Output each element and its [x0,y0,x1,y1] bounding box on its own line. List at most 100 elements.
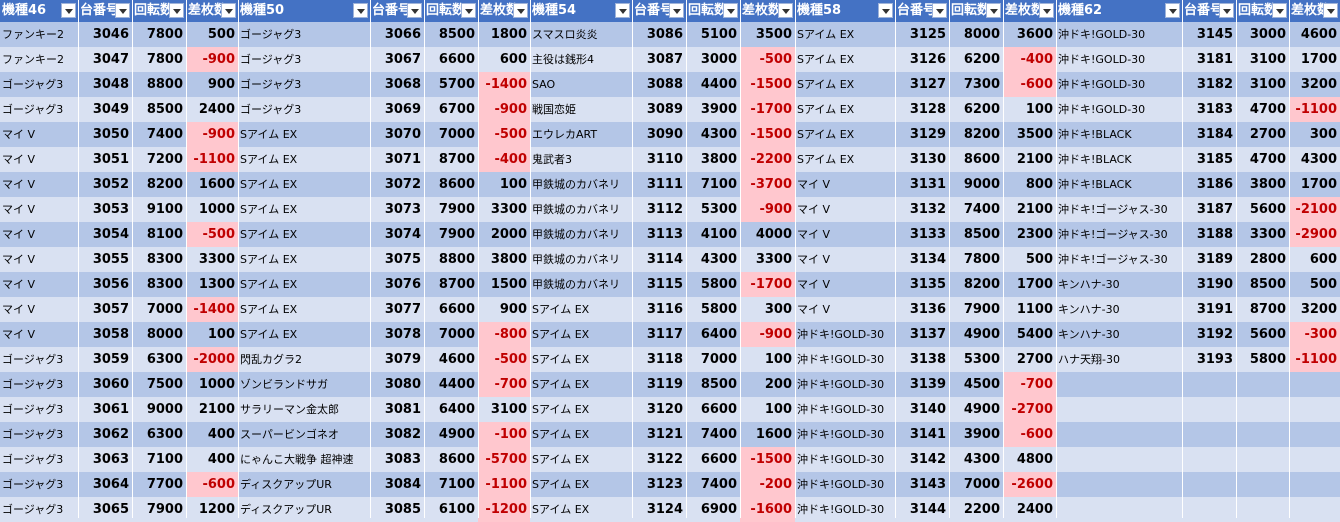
diff-cell[interactable]: -500 [478,122,530,147]
number-cell[interactable]: 3057 [78,297,132,322]
diff-cell[interactable]: -300 [1289,322,1340,347]
machine-name-cell[interactable]: Sアイム EX [795,72,895,97]
diff-cell[interactable]: -700 [478,372,530,397]
number-cell[interactable]: 3114 [632,247,686,272]
number-cell[interactable]: 4100 [686,222,740,247]
diff-cell[interactable]: 1000 [186,197,238,222]
diff-cell[interactable]: -3700 [740,172,795,197]
number-cell[interactable]: 7800 [132,47,186,72]
number-cell[interactable]: 3100 [1236,47,1289,72]
number-cell[interactable]: 7400 [686,472,740,497]
machine-name-cell[interactable]: 甲鉄城のカバネリ [530,272,632,297]
number-cell[interactable]: 6300 [132,422,186,447]
diff-cell[interactable]: 900 [478,297,530,322]
machine-name-cell[interactable]: ファンキー2 [0,22,78,47]
number-cell[interactable]: 3120 [632,397,686,422]
number-cell[interactable]: 3138 [895,347,949,372]
number-cell[interactable]: 3048 [78,72,132,97]
number-cell[interactable]: 3064 [78,472,132,497]
diff-cell[interactable]: 4600 [1289,22,1340,47]
diff-cell[interactable]: -500 [740,47,795,72]
diff-cell[interactable]: -600 [186,472,238,497]
number-cell[interactable]: 3110 [632,147,686,172]
number-cell[interactable] [1182,447,1236,472]
number-cell[interactable]: 3054 [78,222,132,247]
diff-cell[interactable]: 300 [740,297,795,322]
diff-cell[interactable]: 100 [740,347,795,372]
number-cell[interactable]: 4900 [949,397,1003,422]
number-cell[interactable]: 3117 [632,322,686,347]
filter-dropdown-icon[interactable] [353,3,368,18]
diff-cell[interactable]: -2100 [1289,197,1340,222]
diff-cell[interactable]: -2000 [186,347,238,372]
number-cell[interactable]: 8200 [132,172,186,197]
diff-cell[interactable]: -1600 [740,497,795,522]
machine-name-cell[interactable]: マイ V [0,322,78,347]
machine-name-cell[interactable]: Sアイム EX [238,222,370,247]
number-cell[interactable] [1236,397,1289,422]
diff-cell[interactable]: 4000 [740,222,795,247]
machine-name-cell[interactable]: ゴージャグ3 [0,347,78,372]
diff-cell[interactable]: 3100 [478,397,530,422]
number-cell[interactable]: 3113 [632,222,686,247]
number-cell[interactable]: 6100 [424,497,478,522]
machine-name-cell[interactable]: キンハナ-30 [1056,297,1182,322]
number-cell[interactable]: 3070 [370,122,424,147]
number-cell[interactable]: 3190 [1182,272,1236,297]
number-cell[interactable]: 3800 [686,147,740,172]
number-cell[interactable]: 3086 [632,22,686,47]
filter-dropdown-icon[interactable] [461,3,476,18]
number-cell[interactable]: 6600 [686,447,740,472]
number-cell[interactable]: 3800 [1236,172,1289,197]
number-cell[interactable]: 3056 [78,272,132,297]
machine-name-cell[interactable]: 閃乱カグラ2 [238,347,370,372]
machine-name-cell[interactable]: ゾンビランドサガ [238,372,370,397]
diff-cell[interactable]: -1200 [478,497,530,522]
diff-cell[interactable] [1289,422,1340,447]
number-cell[interactable]: 3068 [370,72,424,97]
machine-name-cell[interactable]: Sアイム EX [238,122,370,147]
diff-cell[interactable]: 500 [1289,272,1340,297]
diff-cell[interactable]: 3200 [1289,72,1340,97]
diff-cell[interactable]: 4300 [1289,147,1340,172]
diff-cell[interactable]: 1800 [478,22,530,47]
number-cell[interactable]: 9000 [132,397,186,422]
machine-name-cell[interactable]: Sアイム EX [795,147,895,172]
number-cell[interactable]: 3081 [370,397,424,422]
filter-dropdown-icon[interactable] [878,3,893,18]
machine-name-cell[interactable]: マイ V [0,297,78,322]
machine-name-cell[interactable]: Sアイム EX [238,297,370,322]
number-cell[interactable]: 3071 [370,147,424,172]
filter-dropdown-icon[interactable] [986,3,1001,18]
number-cell[interactable]: 3069 [370,97,424,122]
diff-cell[interactable] [1289,372,1340,397]
diff-cell[interactable]: 1600 [186,172,238,197]
diff-cell[interactable]: 3300 [186,247,238,272]
machine-name-cell[interactable]: ゴージャグ3 [0,447,78,472]
machine-name-cell[interactable]: 沖ドキ!GOLD-30 [1056,97,1182,122]
number-cell[interactable]: 4700 [1236,147,1289,172]
number-cell[interactable]: 3191 [1182,297,1236,322]
machine-name-cell[interactable]: ディスクアップUR [238,497,370,522]
number-cell[interactable]: 3119 [632,372,686,397]
number-cell[interactable]: 4600 [424,347,478,372]
number-cell[interactable] [1236,422,1289,447]
number-cell[interactable]: 3133 [895,222,949,247]
machine-name-cell[interactable]: 沖ドキ!GOLD-30 [1056,47,1182,72]
number-cell[interactable]: 3140 [895,397,949,422]
machine-name-cell[interactable]: 沖ドキ!ゴージャス-30 [1056,197,1182,222]
machine-name-cell[interactable]: サラリーマン金太郎 [238,397,370,422]
number-cell[interactable]: 3062 [78,422,132,447]
number-cell[interactable]: 3128 [895,97,949,122]
number-cell[interactable]: 3063 [78,447,132,472]
number-cell[interactable]: 5600 [1236,322,1289,347]
number-cell[interactable]: 3074 [370,222,424,247]
number-cell[interactable]: 7000 [424,322,478,347]
number-cell[interactable]: 3088 [632,72,686,97]
number-cell[interactable]: 6400 [686,322,740,347]
diff-cell[interactable]: -2600 [1003,472,1056,497]
number-cell[interactable]: 3078 [370,322,424,347]
machine-name-cell[interactable]: キンハナ-30 [1056,322,1182,347]
number-cell[interactable]: 9000 [949,172,1003,197]
number-cell[interactable]: 3181 [1182,47,1236,72]
